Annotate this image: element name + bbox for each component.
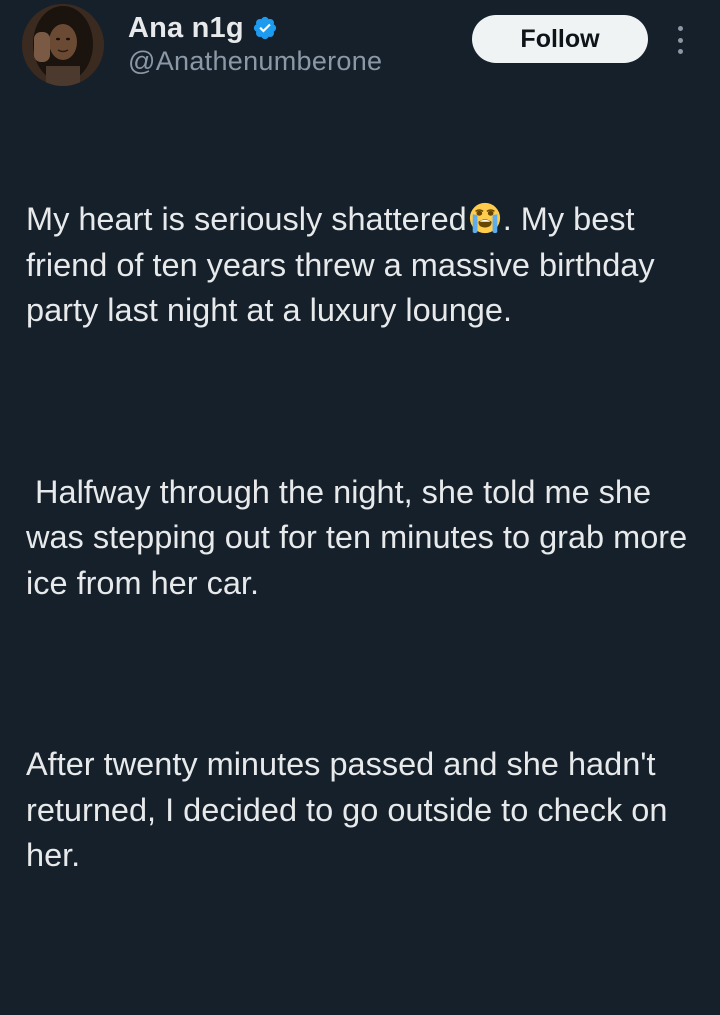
author-display-name[interactable]: Ana n1g bbox=[128, 12, 244, 45]
tweet: Ana n1g @Anathenumberone Follow My heart… bbox=[0, 0, 720, 873]
author-handle[interactable]: @Anathenumberone bbox=[128, 46, 382, 77]
tweet-p1-start: My heart is seriously shattered bbox=[26, 201, 467, 237]
tweet-paragraph-1: My heart is seriously shattered . My bes… bbox=[26, 197, 706, 334]
author-avatar[interactable] bbox=[22, 4, 104, 86]
loudly-crying-face-icon bbox=[468, 201, 502, 235]
tweet-text: My heart is seriously shattered . My bes… bbox=[26, 106, 706, 1015]
avatar-photo bbox=[22, 4, 104, 86]
follow-button[interactable]: Follow bbox=[472, 15, 648, 63]
tweet-paragraph-3: After twenty minutes passed and she hadn… bbox=[26, 746, 677, 873]
author-name-row[interactable]: Ana n1g bbox=[128, 10, 278, 46]
more-dot bbox=[677, 49, 683, 54]
more-vertical-icon[interactable] bbox=[668, 22, 692, 58]
verified-badge-icon[interactable] bbox=[252, 15, 278, 41]
tweet-paragraph-2: Halfway through the night, she told me s… bbox=[26, 473, 697, 601]
more-dot bbox=[677, 26, 683, 31]
more-dot bbox=[677, 37, 683, 43]
